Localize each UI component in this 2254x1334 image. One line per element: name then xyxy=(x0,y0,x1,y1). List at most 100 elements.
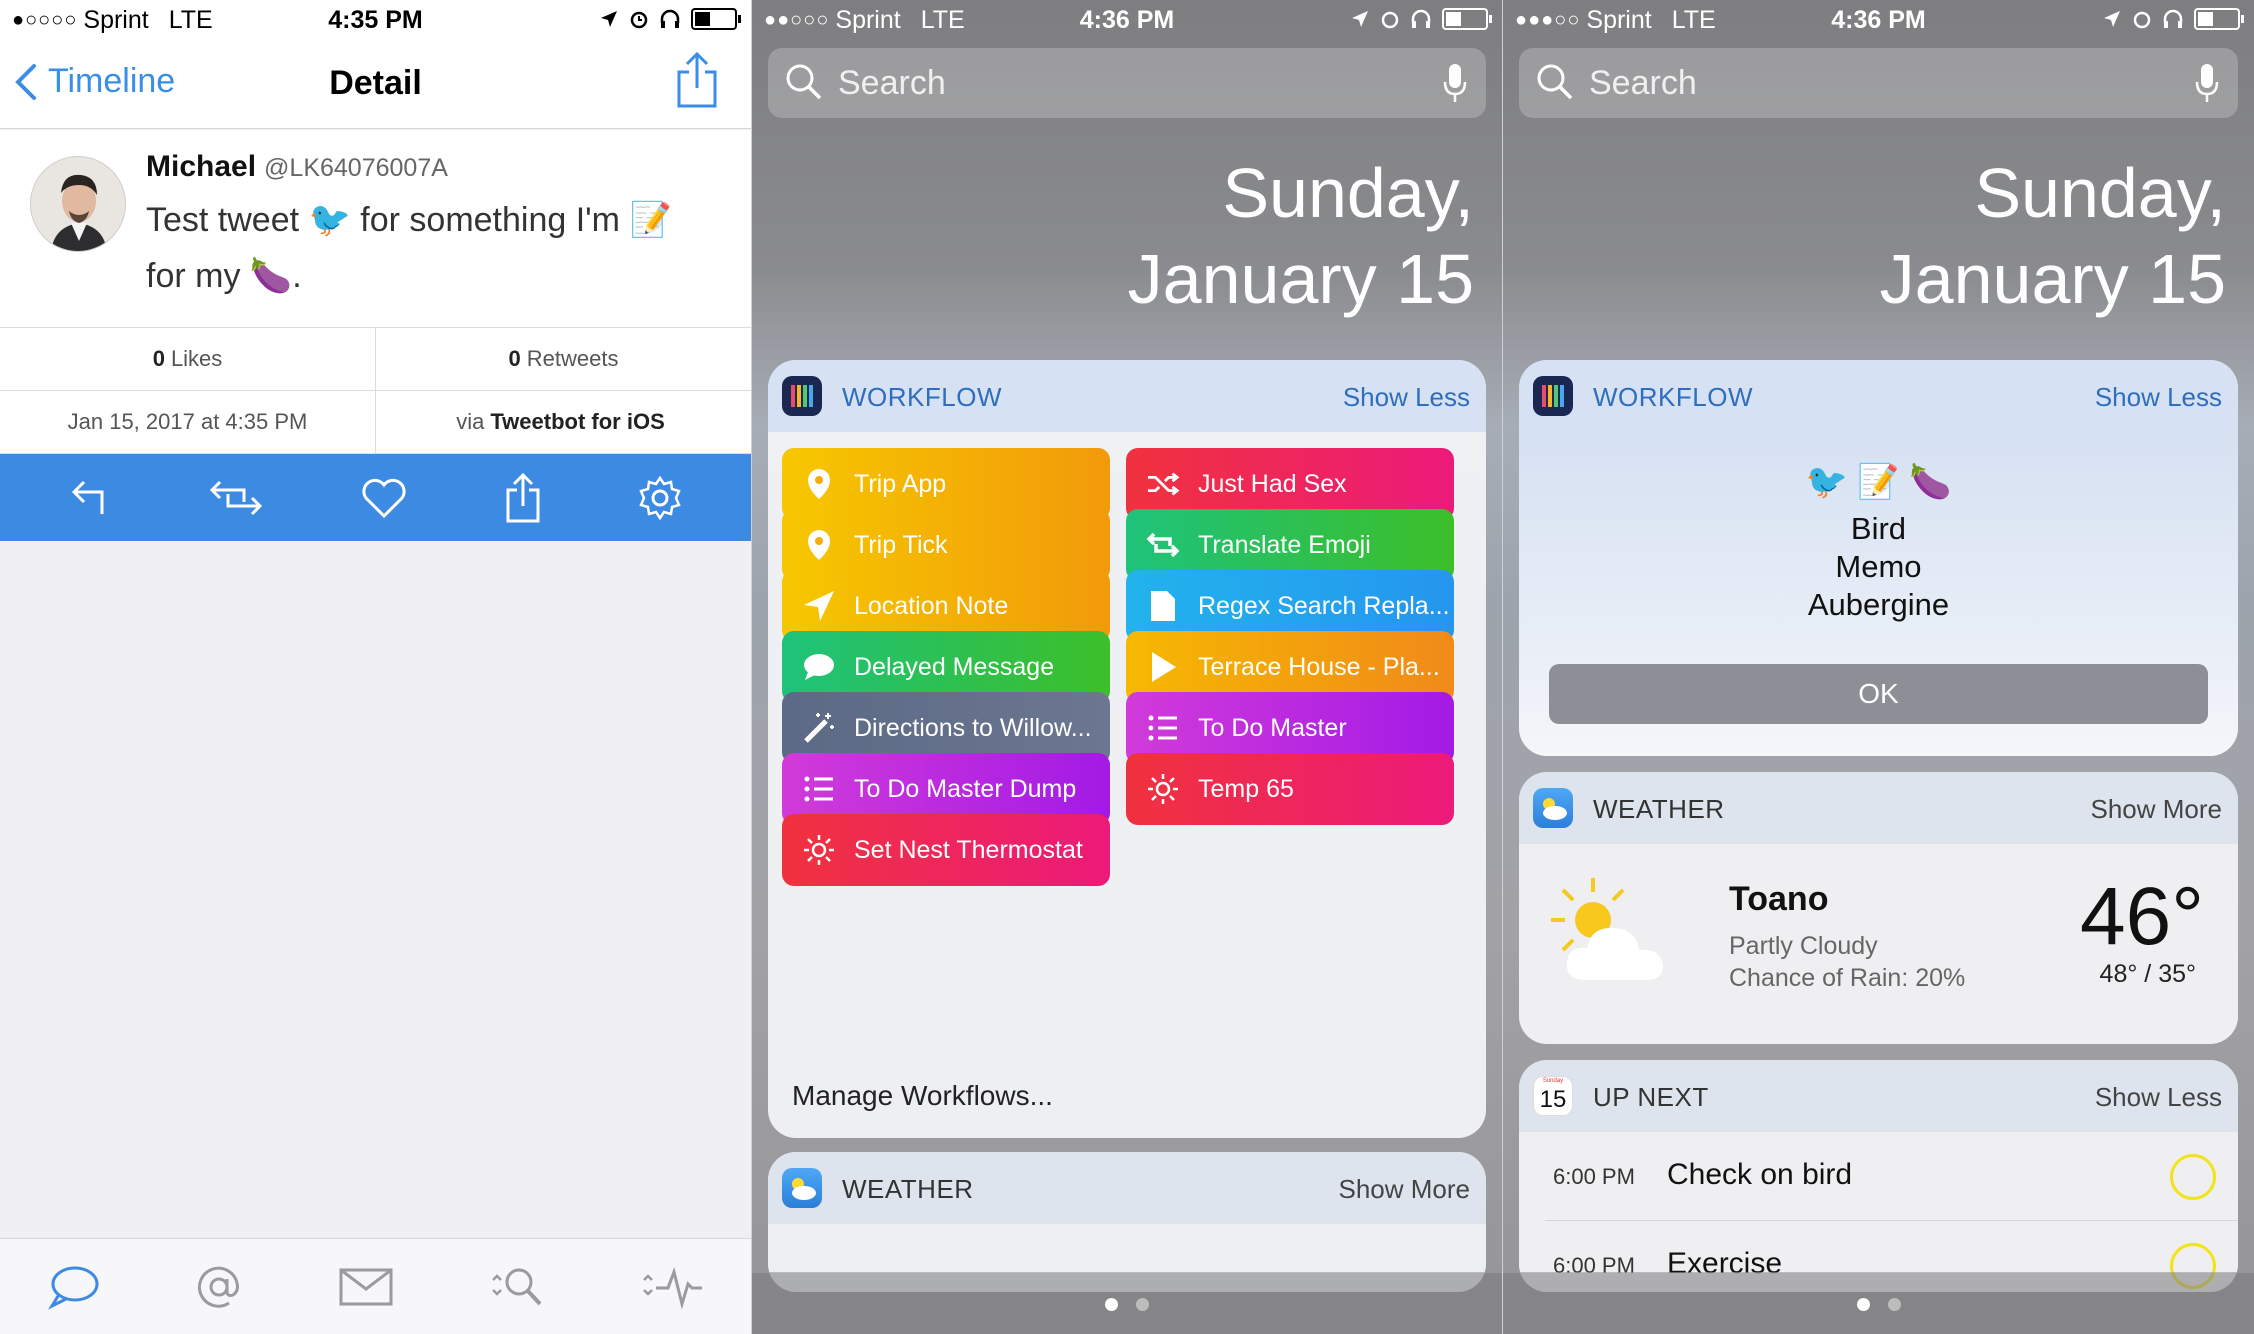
date-weekday: Sunday, xyxy=(1974,154,2226,232)
speech-bubble-icon xyxy=(802,650,836,684)
show-less-button[interactable]: Show Less xyxy=(2095,382,2222,413)
play-icon xyxy=(1146,650,1180,684)
workflow-button-label: Delayed Message xyxy=(854,652,1055,681)
search-placeholder: Search xyxy=(838,64,946,102)
workflow-button[interactable]: Temp 65 xyxy=(1126,753,1454,825)
search-icon xyxy=(1537,64,1573,100)
workflow-button[interactable]: Set Nest Thermostat xyxy=(782,814,1110,886)
result-line: Aubergine xyxy=(1807,587,1950,622)
likes-count[interactable]: 0 Likes xyxy=(0,328,375,390)
show-less-button[interactable]: Show Less xyxy=(2095,1082,2222,1113)
event-time: 6:00 PM xyxy=(1553,1164,1635,1189)
via-prefix: via xyxy=(456,409,485,434)
event-calendar-dot xyxy=(2170,1154,2216,1200)
workflow-widget-title: WORKFLOW xyxy=(1593,382,1753,412)
list-icon xyxy=(802,772,836,806)
workflow-button-label: Trip App xyxy=(854,469,947,498)
messages-tab-icon[interactable] xyxy=(338,1267,394,1307)
retweet-icon[interactable] xyxy=(208,476,264,520)
tweet-text-line: for my 🍆. xyxy=(146,257,302,295)
manage-workflows-button[interactable]: Manage Workflows... xyxy=(792,1080,1053,1112)
today-view-workflow: ●●○○○ Sprint LTE 4:36 PM Search Sunday, … xyxy=(752,0,1502,1334)
weather-description: Partly Cloudy Chance of Rain: 20% xyxy=(1729,930,1965,994)
magic-wand-icon xyxy=(802,711,836,745)
workflow-button-label: Just Had Sex xyxy=(1198,469,1347,498)
weather-temperature: 46° xyxy=(2079,871,2204,962)
weather-app-icon xyxy=(782,1168,822,1208)
pin-icon xyxy=(802,467,836,501)
calendar-icon-weekday: Sunday xyxy=(1542,1078,1564,1084)
battery-icon xyxy=(2194,8,2244,30)
tweet-body: Michael @LK64076007A Test tweet 🐦 for som… xyxy=(0,130,751,328)
alarm-icon xyxy=(630,11,648,29)
sun-icon xyxy=(802,833,836,867)
partly-cloudy-icon xyxy=(1551,878,1663,980)
event-row[interactable]: 6:00 PM Check on bird xyxy=(1545,1132,2238,1220)
tweet-date: Jan 15, 2017 at 4:35 PM xyxy=(67,409,308,434)
search-input[interactable]: Search xyxy=(1519,48,2238,118)
gear-icon[interactable] xyxy=(637,475,683,521)
tweet-stats: 0 Likes 0 Retweets Jan 15, 2017 at 4:35 PM… xyxy=(0,328,751,454)
workflow-button-label: Translate Emoji xyxy=(1198,530,1371,559)
tweet-text-line: Test tweet 🐦 for something I'm 📝 xyxy=(146,201,672,239)
calendar-icon-day: 15 xyxy=(1539,1086,1567,1113)
weather-condition: Partly Cloudy xyxy=(1729,932,1878,960)
workflow-button-label: Directions to Willow... xyxy=(854,713,1092,742)
navigation-bar: Timeline Detail xyxy=(0,40,751,129)
status-bar: ●○○○○ Sprint LTE 4:35 PM xyxy=(0,0,751,40)
show-less-button[interactable]: Show Less xyxy=(1343,382,1470,413)
show-more-button[interactable]: Show More xyxy=(2091,794,2223,825)
event-title: Check on bird xyxy=(1667,1158,1853,1191)
battery-icon xyxy=(1442,8,1492,30)
alarm-icon xyxy=(1381,11,1399,29)
timeline-tab-icon[interactable] xyxy=(47,1264,100,1310)
share-button[interactable] xyxy=(675,50,719,115)
sun-icon xyxy=(1146,772,1180,806)
workflow-button-label: Terrace House - Pla... xyxy=(1198,652,1440,681)
status-bar: ●●○○○ Sprint LTE 4:36 PM xyxy=(752,0,1502,40)
battery-icon xyxy=(691,8,741,30)
share-icon[interactable] xyxy=(505,472,541,524)
tweet-client[interactable]: via Tweetbot for iOS xyxy=(375,391,751,453)
search-tab-icon[interactable] xyxy=(489,1264,545,1310)
shuffle-icon xyxy=(1146,467,1180,501)
upnext-widget: Sunday 15 UP NEXT Show Less 6:00 PM Chec… xyxy=(1519,1060,2238,1292)
activity-tab-icon[interactable] xyxy=(640,1264,704,1310)
workflow-button-label: Set Nest Thermostat xyxy=(854,835,1083,864)
date-weekday: Sunday, xyxy=(1222,154,1474,232)
page-title: Detail xyxy=(329,64,422,102)
tweet-action-bar xyxy=(0,454,751,541)
calendar-app-icon: Sunday 15 xyxy=(1533,1076,1573,1116)
workflow-button-label: To Do Master xyxy=(1198,713,1347,742)
avatar[interactable] xyxy=(30,156,126,252)
reply-icon[interactable] xyxy=(68,476,112,520)
result-text: Bird Memo Aubergine xyxy=(1519,510,2238,624)
workflow-button-label: Trip Tick xyxy=(854,530,948,559)
workflow-button-label: Location Note xyxy=(854,591,1009,620)
weather-rain-chance: Chance of Rain: 20% xyxy=(1729,964,1966,992)
document-icon xyxy=(1146,589,1180,623)
list-icon xyxy=(1146,711,1180,745)
date-day: January 15 xyxy=(1879,240,2226,318)
author-display-name: Michael xyxy=(146,150,257,183)
weather-widget: WEATHER Show More Toano Partly Cloudy Ch… xyxy=(1519,772,2238,1044)
search-input[interactable]: Search xyxy=(768,48,1486,118)
microphone-icon[interactable] xyxy=(1442,62,1468,104)
retweets-label: Retweets xyxy=(526,346,619,371)
weather-widget-title: WEATHER xyxy=(842,1174,974,1204)
location-icon xyxy=(2104,11,2120,27)
page-indicator[interactable] xyxy=(752,1298,1502,1311)
workflow-widget-title: WORKFLOW xyxy=(842,382,1002,412)
workflow-app-icon xyxy=(782,376,822,416)
search-placeholder: Search xyxy=(1589,64,1697,102)
show-more-button[interactable]: Show More xyxy=(1339,1174,1471,1205)
result-line: Bird xyxy=(1850,511,1907,546)
mentions-tab-icon[interactable] xyxy=(195,1263,243,1311)
retweets-count[interactable]: 0 Retweets xyxy=(375,328,751,390)
ok-button[interactable]: OK xyxy=(1549,664,2208,724)
heart-icon[interactable] xyxy=(360,476,408,520)
microphone-icon[interactable] xyxy=(2194,62,2220,104)
date-day: January 15 xyxy=(1127,240,1474,318)
page-indicator[interactable] xyxy=(1503,1298,2254,1311)
author-name[interactable]: Michael @LK64076007A xyxy=(146,150,448,184)
